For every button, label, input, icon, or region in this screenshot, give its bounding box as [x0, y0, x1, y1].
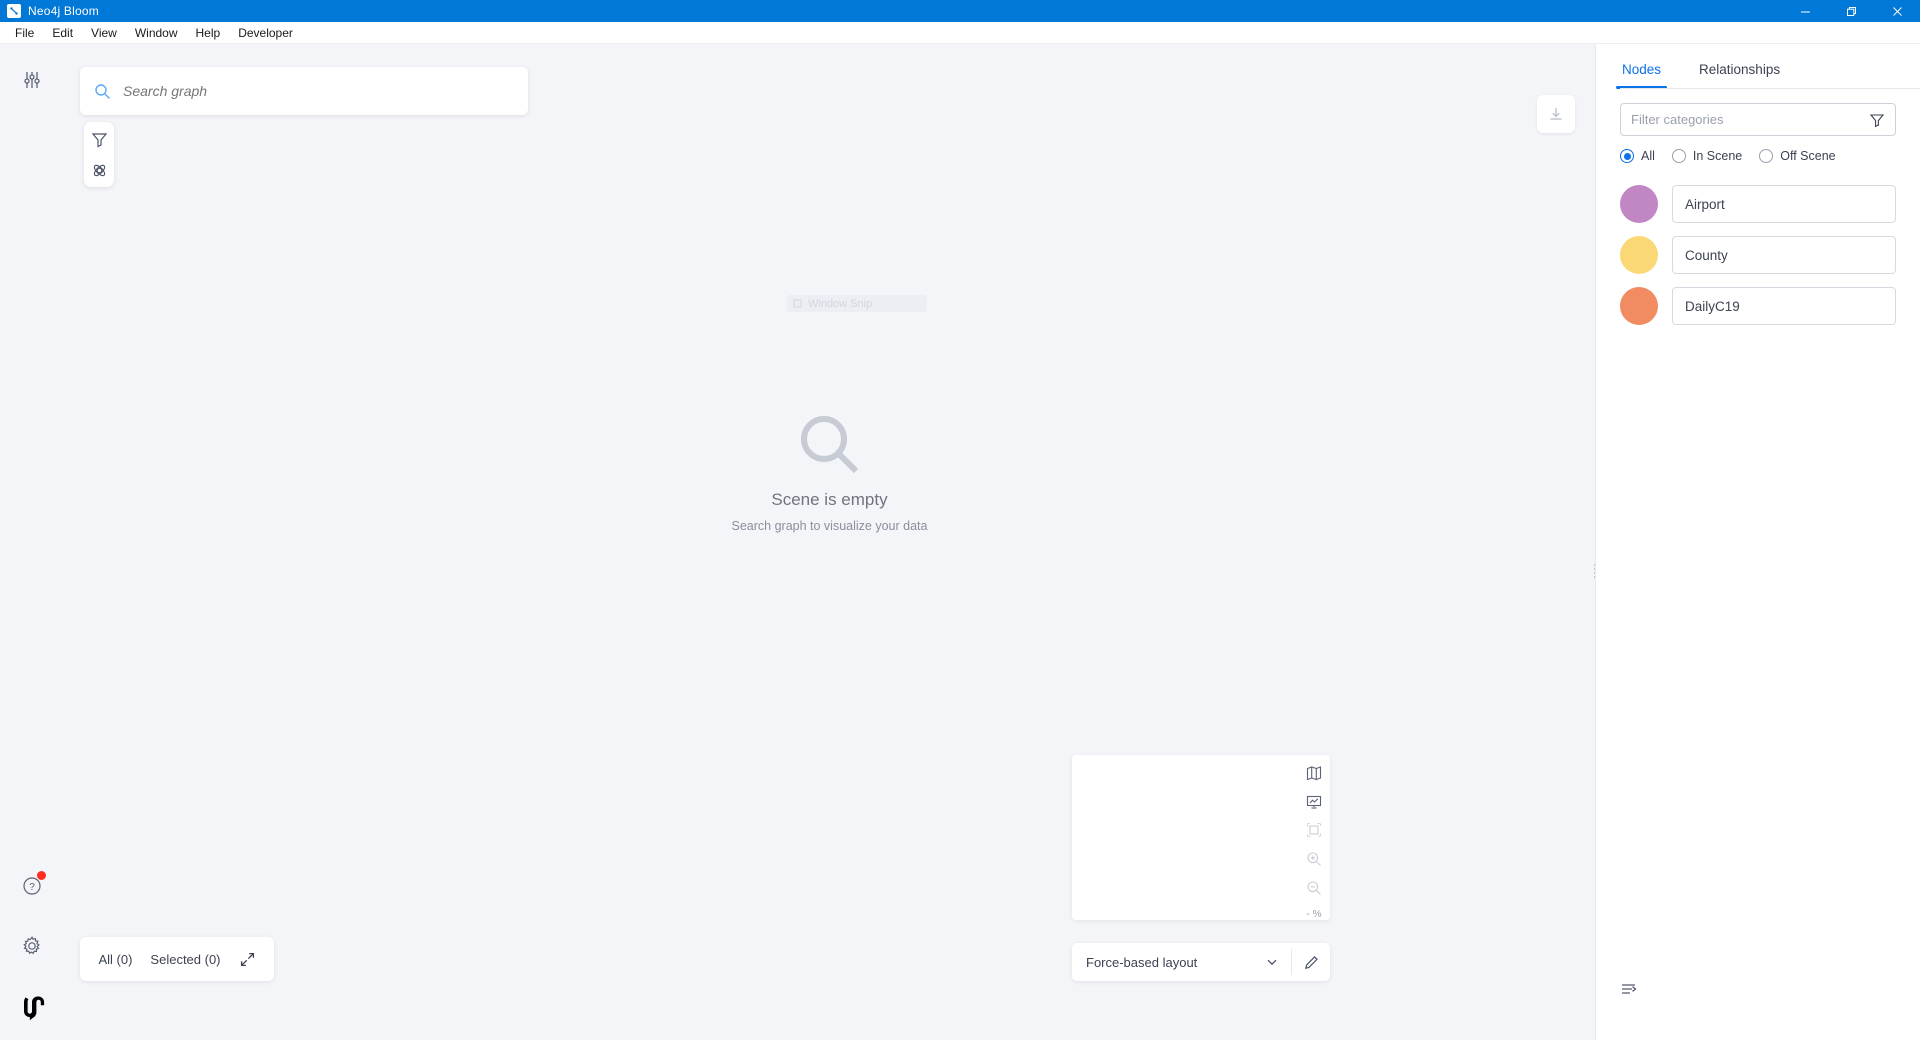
- funnel-icon[interactable]: [1869, 112, 1885, 128]
- zoom-level-label: - %: [1306, 908, 1322, 920]
- tab-nodes[interactable]: Nodes: [1615, 56, 1668, 89]
- close-icon[interactable]: [1874, 0, 1920, 22]
- zoom-in-icon[interactable]: [1304, 850, 1324, 868]
- selection-status-bar: All (0) Selected (0): [80, 937, 274, 981]
- category-label[interactable]: DailyC19: [1672, 287, 1896, 325]
- filter-categories-input[interactable]: [1631, 112, 1869, 127]
- minimap[interactable]: - %: [1072, 755, 1330, 920]
- fit-to-screen-icon[interactable]: [1304, 822, 1324, 840]
- neo4j-bloom-icon: [7, 4, 21, 18]
- menu-item-help[interactable]: Help: [187, 23, 230, 43]
- svg-text:?: ?: [29, 882, 35, 893]
- window-snip-overlay: Window Snip: [787, 295, 927, 312]
- filter-row: [1596, 89, 1920, 136]
- left-rail-bottom: ?: [0, 870, 64, 1022]
- title-bar: Neo4j Bloom: [0, 0, 1920, 22]
- graph-canvas[interactable]: Window Snip Scene is empty Search graph …: [64, 44, 1595, 1040]
- radio-off-scene[interactable]: Off Scene: [1759, 149, 1836, 163]
- category-label[interactable]: Airport: [1672, 185, 1896, 223]
- sliders-icon[interactable]: [16, 64, 48, 96]
- gear-icon[interactable]: [16, 930, 48, 962]
- zoom-out-icon[interactable]: [1304, 879, 1324, 897]
- radio-off-scene-circle[interactable]: [1759, 149, 1774, 163]
- slideshow-icon[interactable]: [1304, 793, 1324, 811]
- category-label[interactable]: County: [1672, 236, 1896, 274]
- map-icon[interactable]: [1304, 764, 1324, 782]
- atom-icon[interactable]: [88, 159, 110, 181]
- menu-item-edit[interactable]: Edit: [43, 23, 82, 43]
- radio-in-scene-label: In Scene: [1692, 149, 1743, 163]
- canvas-tool-card: [84, 122, 114, 187]
- search-input[interactable]: [123, 83, 514, 99]
- menu-item-window[interactable]: Window: [126, 23, 187, 43]
- filter-categories-box[interactable]: [1620, 103, 1896, 136]
- layout-selector[interactable]: Force-based layout: [1072, 943, 1330, 981]
- tabs-underline: [1620, 88, 1920, 89]
- radio-in-scene-circle[interactable]: [1671, 149, 1686, 163]
- menu-item-view[interactable]: View: [82, 23, 126, 43]
- window-title: Neo4j Bloom: [28, 4, 99, 18]
- panel-tabs: Nodes Relationships: [1596, 56, 1920, 89]
- search-large-icon: [64, 412, 1595, 478]
- radio-in-scene[interactable]: In Scene: [1671, 149, 1743, 163]
- list-item[interactable]: Airport: [1620, 185, 1896, 223]
- window-snip-label: Window Snip: [808, 297, 873, 310]
- category-color-swatch[interactable]: [1620, 287, 1658, 325]
- tab-relationships[interactable]: Relationships: [1697, 56, 1782, 89]
- layout-selected-label: Force-based layout: [1086, 954, 1198, 970]
- radio-all[interactable]: All: [1620, 149, 1655, 163]
- list-item[interactable]: DailyC19: [1620, 287, 1896, 325]
- help-icon[interactable]: ?: [16, 870, 48, 902]
- radio-off-scene-label: Off Scene: [1780, 149, 1836, 163]
- scope-radio-group: All In Scene Off Scene: [1596, 136, 1920, 163]
- chevron-down-icon[interactable]: [1265, 955, 1291, 969]
- neo4j-logo-icon[interactable]: [16, 990, 48, 1022]
- list-item[interactable]: County: [1620, 236, 1896, 274]
- notification-badge: [37, 871, 46, 880]
- radio-all-circle[interactable]: [1620, 149, 1634, 163]
- empty-state-title: Scene is empty: [771, 490, 888, 509]
- sort-icon[interactable]: [1620, 980, 1638, 998]
- status-selected-label: Selected (0): [150, 951, 221, 967]
- status-all-label: All (0): [98, 951, 133, 967]
- minimize-icon[interactable]: [1782, 0, 1828, 22]
- menu-bar: File Edit View Window Help Developer: [0, 22, 1920, 44]
- download-icon[interactable]: [1537, 95, 1575, 133]
- app-body: ? Search graph Window Snip Scene is empt…: [0, 44, 1920, 1040]
- filter-icon[interactable]: [88, 128, 110, 150]
- radio-all-label: All: [1641, 149, 1655, 163]
- empty-state: Scene is empty Search graph to visualize…: [64, 412, 1595, 533]
- minimap-tools: - %: [1298, 755, 1330, 920]
- restore-icon[interactable]: [1828, 0, 1874, 22]
- left-rail: ?: [0, 44, 64, 1040]
- expand-icon[interactable]: [239, 951, 256, 968]
- pencil-icon[interactable]: [1292, 955, 1330, 970]
- category-color-swatch[interactable]: [1620, 185, 1658, 223]
- search-bar[interactable]: [80, 67, 528, 115]
- empty-state-subtitle: Search graph to visualize your data: [731, 519, 928, 533]
- search-icon: [94, 83, 111, 100]
- window-controls: [1782, 0, 1920, 22]
- category-list: Airport County DailyC19: [1596, 163, 1920, 325]
- menu-item-file[interactable]: File: [6, 23, 43, 43]
- right-panel: Nodes Relationships All In Scene: [1595, 44, 1920, 1040]
- category-color-swatch[interactable]: [1620, 236, 1658, 274]
- menu-item-developer[interactable]: Developer: [229, 23, 302, 43]
